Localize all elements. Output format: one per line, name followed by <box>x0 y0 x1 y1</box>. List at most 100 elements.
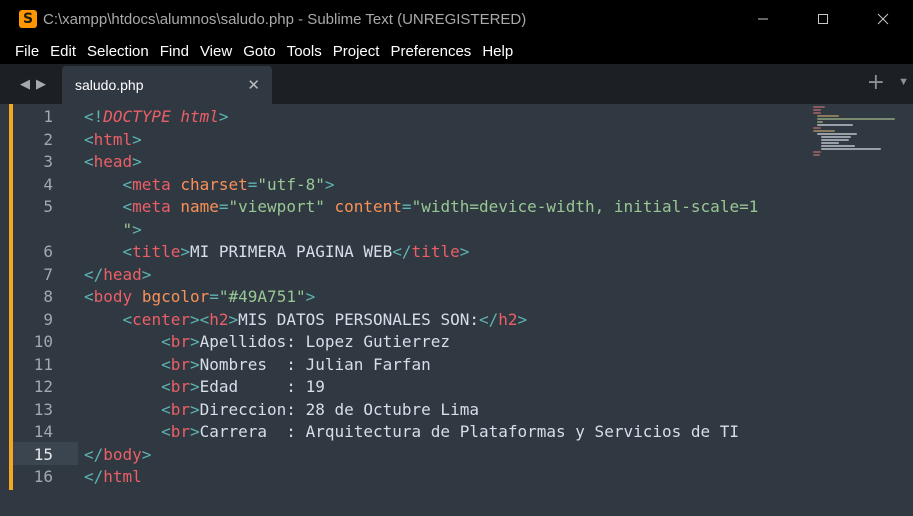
text-content: Direccion: 28 de Octubre Lima <box>199 399 479 419</box>
title-bar: S C:\xampp\htdocs\alumnos\saludo.php - S… <box>0 0 913 38</box>
tag-name: br <box>170 377 190 396</box>
next-tab-icon[interactable]: ▶ <box>36 75 46 93</box>
minimap-line <box>821 142 839 144</box>
minimize-icon <box>758 18 768 20</box>
tab-list-dropdown-icon[interactable]: ▼ <box>898 76 909 88</box>
code-text[interactable]: <!DOCTYPE html> <html> <head> <meta char… <box>84 106 814 489</box>
punctuation: < <box>122 242 133 261</box>
punctuation: < <box>199 309 210 329</box>
minimap[interactable] <box>813 106 908 157</box>
menu-tools[interactable]: Tools <box>283 43 326 60</box>
punctuation: < <box>122 197 133 216</box>
minimap-line <box>813 151 821 153</box>
sublime-text-icon: S <box>19 10 37 28</box>
code-line-10: <br>Apellidos: Lopez Gutierrez <box>84 331 814 354</box>
tag-name: title <box>411 242 460 261</box>
punctuation: > <box>132 152 142 171</box>
code-line-2: <html> <box>84 129 814 152</box>
punctuation: > <box>141 444 152 464</box>
punctuation: > <box>132 129 142 149</box>
punctuation: < <box>161 399 171 419</box>
punctuation: < <box>122 309 133 329</box>
punctuation: > <box>189 332 200 351</box>
punctuation: = <box>247 174 258 194</box>
attribute-value: " <box>122 219 133 239</box>
punctuation: > <box>324 174 335 194</box>
tag-name: meta <box>132 197 171 216</box>
line-number: 16 <box>33 467 53 486</box>
code-line-12: <br>Edad : 19 <box>84 376 814 399</box>
punctuation: = <box>218 197 229 216</box>
punctuation: > <box>305 287 316 306</box>
minimap-line <box>817 124 853 126</box>
punctuation: > <box>189 377 200 396</box>
previous-tab-icon[interactable]: ◀ <box>20 75 30 93</box>
code-line-8: <body bgcolor="#49A751"> <box>84 286 814 309</box>
text-content: MIS DATOS PERSONALES SON: <box>238 309 479 329</box>
menu-view[interactable]: View <box>196 43 236 60</box>
punctuation: > <box>459 242 470 261</box>
punctuation: </ <box>478 309 499 329</box>
line-number: 2 <box>43 129 53 149</box>
tag-name: br <box>170 422 190 441</box>
close-button[interactable] <box>853 0 913 38</box>
minimap-line <box>817 121 823 123</box>
minimap-line <box>813 154 820 156</box>
code-line-5: <meta name="viewport" content="width=dev… <box>84 196 814 219</box>
menu-bar: File Edit Selection Find View Goto Tools… <box>0 38 913 64</box>
attribute-name: name <box>180 197 219 216</box>
code-line-13: <br>Direccion: 28 de Octubre Lima <box>84 399 814 422</box>
punctuation: <! <box>84 107 104 126</box>
line-number: 4 <box>43 174 53 194</box>
maximize-button[interactable] <box>793 0 853 38</box>
punctuation: > <box>132 219 142 239</box>
editor-area[interactable]: 1 2 3 4 5 6 7 8 9 10 11 12 13 14 15 16 <… <box>0 104 913 516</box>
menu-edit[interactable]: Edit <box>46 43 80 60</box>
text-content: Carrera : Arquitectura de Plataformas y … <box>199 422 740 441</box>
tab-close-icon[interactable]: ✕ <box>247 76 260 94</box>
tag-name: body <box>93 287 133 306</box>
minimap-line <box>821 145 855 147</box>
minimap-line <box>813 130 835 132</box>
menu-goto[interactable]: Goto <box>239 43 280 60</box>
window-controls <box>733 0 913 38</box>
text-content: Apellidos: Lopez Gutierrez <box>199 332 451 351</box>
code-line-9: <center><h2>MIS DATOS PERSONALES SON:</h… <box>84 309 814 332</box>
new-tab-icon[interactable]: + <box>867 72 885 94</box>
tag-name: meta <box>132 174 171 194</box>
code-line-6: <title>MI PRIMERA PAGINA WEB</title> <box>84 241 814 264</box>
attribute-name: content <box>334 197 402 216</box>
menu-project[interactable]: Project <box>329 43 384 60</box>
menu-file[interactable]: File <box>12 43 43 60</box>
punctuation: < <box>161 354 171 374</box>
code-line-1: <!DOCTYPE html> <box>84 106 814 129</box>
punctuation: </ <box>84 444 104 464</box>
line-number: 8 <box>43 287 53 306</box>
punctuation: </ <box>84 264 104 284</box>
tab-saludo-php[interactable]: saludo.php ✕ <box>62 66 272 104</box>
tag-name: head <box>103 264 142 284</box>
menu-preferences[interactable]: Preferences <box>386 43 475 60</box>
minimap-line <box>817 133 857 135</box>
attribute-value: "viewport" <box>228 197 325 216</box>
menu-selection[interactable]: Selection <box>83 43 153 60</box>
minimap-line <box>813 112 821 114</box>
tag-name: title <box>132 242 181 261</box>
text-content: Edad : 19 <box>199 377 325 396</box>
punctuation: > <box>141 264 152 284</box>
text-content: MI PRIMERA PAGINA WEB <box>189 242 393 261</box>
punctuation: < <box>84 129 94 149</box>
text-content: Nombres : Julian Farfan <box>199 354 431 374</box>
line-number: 9 <box>43 309 53 329</box>
menu-find[interactable]: Find <box>156 43 193 60</box>
punctuation: > <box>189 309 200 329</box>
menu-help[interactable]: Help <box>478 43 517 60</box>
minimize-button[interactable] <box>733 0 793 38</box>
